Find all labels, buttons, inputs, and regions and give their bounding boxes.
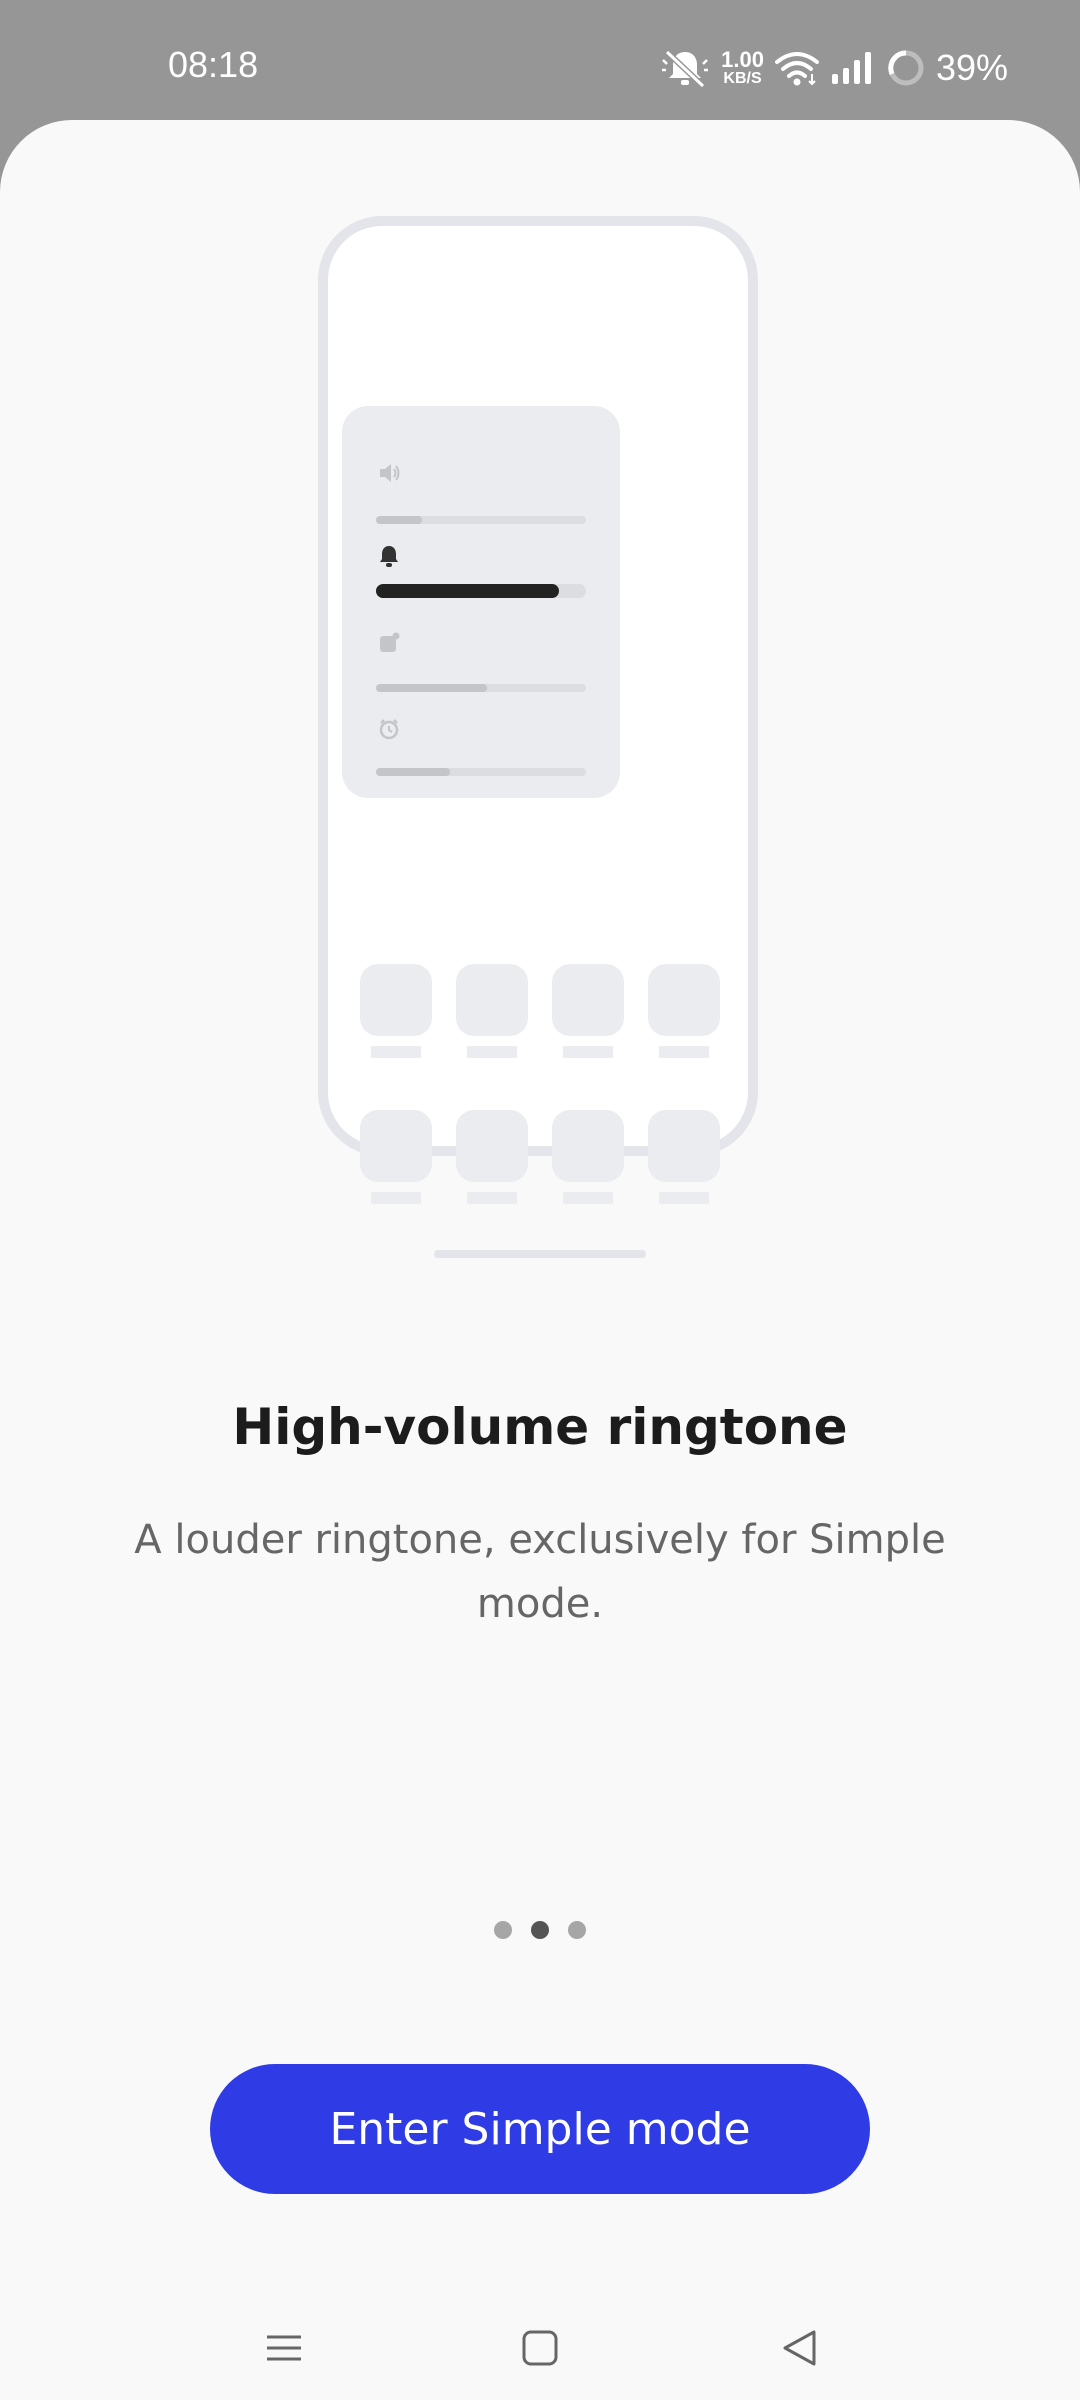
wifi-icon <box>774 48 820 88</box>
app-label-placeholder <box>563 1192 613 1204</box>
network-speed: 1.00 KB/S <box>721 49 764 87</box>
home-button[interactable] <box>480 2300 600 2400</box>
speaker-icon <box>378 462 402 488</box>
pager-dot <box>568 1921 586 1939</box>
alarm-clock-icon <box>378 718 400 744</box>
page-description: A louder ringtone, exclusively for Simpl… <box>134 1517 946 1627</box>
back-icon <box>780 2328 820 2372</box>
alarm-volume-fill <box>376 768 450 776</box>
app-tile-placeholder <box>648 1110 720 1182</box>
ringtone-volume-track <box>376 584 586 598</box>
home-icon <box>520 2328 560 2372</box>
enter-simple-mode-button[interactable]: Enter Simple mode <box>210 2064 870 2194</box>
pager-dot <box>494 1921 512 1939</box>
pager-indicator <box>490 1920 590 1942</box>
app-tile-placeholder <box>360 1110 432 1182</box>
app-tile-placeholder <box>648 964 720 1036</box>
media-volume-fill <box>376 516 423 524</box>
recents-button[interactable] <box>224 2300 344 2400</box>
bell-icon <box>378 544 400 572</box>
signal-icon <box>830 50 876 86</box>
app-tile-placeholder <box>552 964 624 1036</box>
mute-bell-icon <box>659 46 711 90</box>
battery-percent: 39% <box>935 47 1008 88</box>
status-bar: 08:18 1.00 KB/S 39% <box>0 0 1080 120</box>
battery-ring-icon <box>886 48 926 88</box>
app-tile-placeholder <box>360 964 432 1036</box>
app-label-placeholder <box>467 1192 517 1204</box>
app-label-placeholder <box>371 1046 421 1058</box>
status-time: 08:18 <box>168 44 259 85</box>
app-label-placeholder <box>371 1192 421 1204</box>
media-volume-track <box>376 516 586 524</box>
pager-dot-active <box>531 1921 549 1939</box>
volume-panel-illustration <box>342 406 620 798</box>
app-tile-placeholder <box>552 1110 624 1182</box>
app-label-placeholder <box>563 1046 613 1058</box>
notification-icon <box>378 632 400 658</box>
app-label-placeholder <box>659 1046 709 1058</box>
network-speed-value: 1.00 <box>721 47 764 72</box>
menu-icon <box>264 2328 304 2372</box>
page-title: High-volume ringtone <box>232 1398 848 1456</box>
status-icons: 1.00 KB/S 39% <box>659 40 1008 96</box>
app-label-placeholder <box>467 1046 517 1058</box>
mock-home-indicator <box>434 1250 646 1258</box>
notification-volume-track <box>376 684 586 692</box>
back-button[interactable] <box>740 2300 860 2400</box>
notification-volume-fill <box>376 684 488 692</box>
app-tile-placeholder <box>456 964 528 1036</box>
ringtone-volume-fill <box>376 584 559 598</box>
app-label-placeholder <box>659 1192 709 1204</box>
navigation-bar <box>0 2300 1080 2400</box>
alarm-volume-track <box>376 768 586 776</box>
app-tile-placeholder <box>456 1110 528 1182</box>
network-speed-unit: KB/S <box>723 70 762 87</box>
